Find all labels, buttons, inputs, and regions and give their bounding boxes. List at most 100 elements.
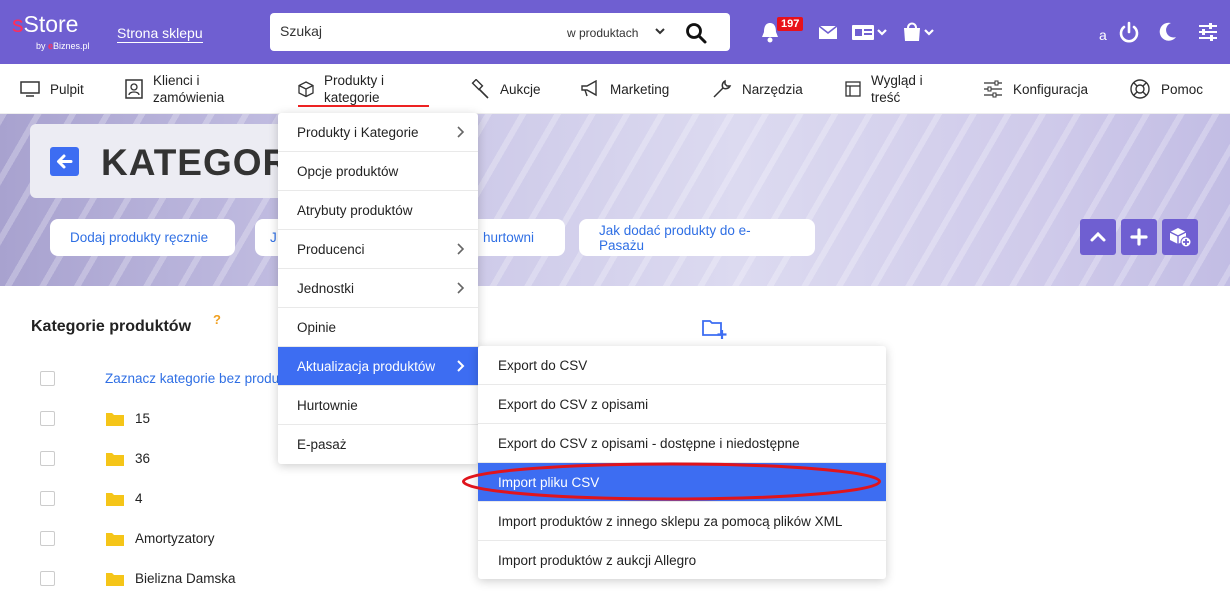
epasaz-guide-button[interactable]: Jak dodać produkty do e-Pasażu [579,219,815,256]
page-title: KATEGOR [101,142,291,183]
wrench-icon [713,79,732,98]
power-icon[interactable] [1118,20,1140,44]
category-name[interactable]: 4 [135,491,143,506]
chevron-right-icon [457,243,465,255]
category-row [40,408,55,428]
menu-item-label: Producenci [297,241,365,257]
menu-item-product-update[interactable]: Aktualizacja produktów [278,347,478,386]
category-checkbox[interactable] [40,450,55,466]
add-button[interactable] [1121,219,1157,255]
menu-item-label: Atrybuty produktów [297,202,413,218]
search-input[interactable] [280,23,560,39]
active-nav-indicator [298,105,429,107]
nav-item-help[interactable]: Pomoc [1129,64,1203,114]
category-row [40,488,55,508]
nav-label: Wygląd i [871,73,923,88]
add-product-box-button[interactable] [1162,219,1198,255]
settings-sliders-icon [984,80,1002,98]
nav-label: Produkty i [324,73,385,88]
nav-item-auctions[interactable]: Aukcje [470,64,541,114]
category-row [40,568,55,588]
category-checkbox[interactable] [40,530,55,546]
moon-icon[interactable] [1157,20,1179,44]
sliders-icon[interactable] [1197,20,1219,44]
category-row [40,528,55,548]
monitor-icon [20,81,40,97]
menu-item-reviews[interactable]: Opinie [278,308,478,347]
folder-icon [106,413,124,426]
back-button[interactable] [50,147,79,176]
category-name[interactable]: Bielizna Damska [135,571,236,586]
plus-icon [1130,228,1148,246]
search-scope-select[interactable]: w produktach [567,26,638,40]
nav-label: Pulpit [50,81,84,97]
products-dropdown-menu: Produkty i Kategorie Opcje produktów Atr… [278,113,478,464]
add-folder-icon[interactable] [702,318,728,340]
chevron-up-icon [1090,231,1106,242]
box-icon [298,81,314,98]
nav-label: Pomoc [1161,81,1204,97]
nav-item-config[interactable]: Konfiguracja [983,64,1088,114]
nav-label: Narzędzia [742,81,803,97]
menu-item-epasaz[interactable]: E-pasaż [278,425,478,464]
chevron-right-icon [457,282,465,294]
chevron-right-icon [457,126,465,138]
menu-item-label: Opcje produktów [297,163,399,179]
category-name[interactable]: 15 [135,411,150,426]
nav-label-line2: zamówienia [153,90,225,105]
submenu-import-xml[interactable]: Import produktów z innego sklepu za pomo… [478,502,886,541]
category-name[interactable]: 36 [135,451,150,466]
category-row [40,448,55,468]
search-icon[interactable] [684,21,708,45]
nav-item-clients[interactable]: Klienci i zamówienia [125,64,224,114]
menu-item-product-options[interactable]: Opcje produktów [278,152,478,191]
scroll-up-button[interactable] [1080,219,1116,255]
category-checkbox[interactable] [40,410,55,426]
menu-item-product-attributes[interactable]: Atrybuty produktów [278,191,478,230]
submenu-export-csv[interactable]: Export do CSV [478,346,886,385]
menu-item-manufacturers[interactable]: Producenci [278,230,478,269]
select-empty-categories-link[interactable]: Zaznacz kategorie bez produ [105,371,279,386]
nav-label: Aukcje [500,81,541,97]
contact-card-icon [125,79,143,99]
nav-item-marketing[interactable]: Marketing [580,64,669,114]
folder-icon [106,533,124,546]
store-logo[interactable]: sStore [12,12,78,36]
gavel-icon [471,79,489,99]
highlight-ellipse [462,462,881,501]
submenu-import-allegro[interactable]: Import produktów z aukcji Allegro [478,541,886,580]
menu-item-products-categories[interactable]: Produkty i Kategorie [278,113,478,152]
menu-item-units[interactable]: Jednostki [278,269,478,308]
lifebuoy-icon [1130,79,1150,99]
menu-item-label: Produkty i Kategorie [297,124,419,140]
nav-label-line2: treść [871,90,901,105]
nav-item-tools[interactable]: Narzędzia [712,64,803,114]
shop-page-link[interactable]: Strona sklepu [117,25,203,43]
help-tooltip-icon[interactable]: ? [213,312,221,327]
nav-item-pulpit[interactable]: Pulpit [20,64,84,114]
menu-item-label: Opinie [297,319,337,335]
search-box: w produktach [270,13,730,51]
nav-item-appearance[interactable]: Wygląd i treść [845,64,923,114]
chevron-down-icon[interactable] [654,22,666,42]
user-initial[interactable]: a [1099,27,1107,43]
nav-label: Marketing [610,81,670,97]
categories-title: Kategorie produktów [31,318,192,335]
category-checkbox[interactable] [40,490,55,506]
category-checkbox[interactable] [40,570,55,586]
megaphone-icon [581,80,597,97]
menu-item-wholesalers[interactable]: Hurtownie [278,386,478,425]
arrow-left-icon [57,154,73,169]
add-products-manually-button[interactable]: Dodaj produkty ręcznie [50,219,235,256]
main-nav: Pulpit Klienci i zamówienia Produkty i kat… [0,64,1230,114]
select-empty-checkbox[interactable] [40,370,55,386]
wholesale-guide-button[interactable]: hurtowni [470,219,565,256]
mail-icon[interactable] [818,20,838,44]
submenu-export-csv-all[interactable]: Export do CSV z opisami - dostępne i nie… [478,424,886,463]
category-name[interactable]: Amortyzatory [135,531,215,546]
shopping-bag-icon[interactable] [902,20,938,44]
menu-item-label: Hurtownie [297,397,358,413]
logo-byline: by eBiznes.pl [36,41,90,51]
submenu-export-csv-descriptions[interactable]: Export do CSV z opisami [478,385,886,424]
id-card-icon[interactable] [851,20,889,44]
